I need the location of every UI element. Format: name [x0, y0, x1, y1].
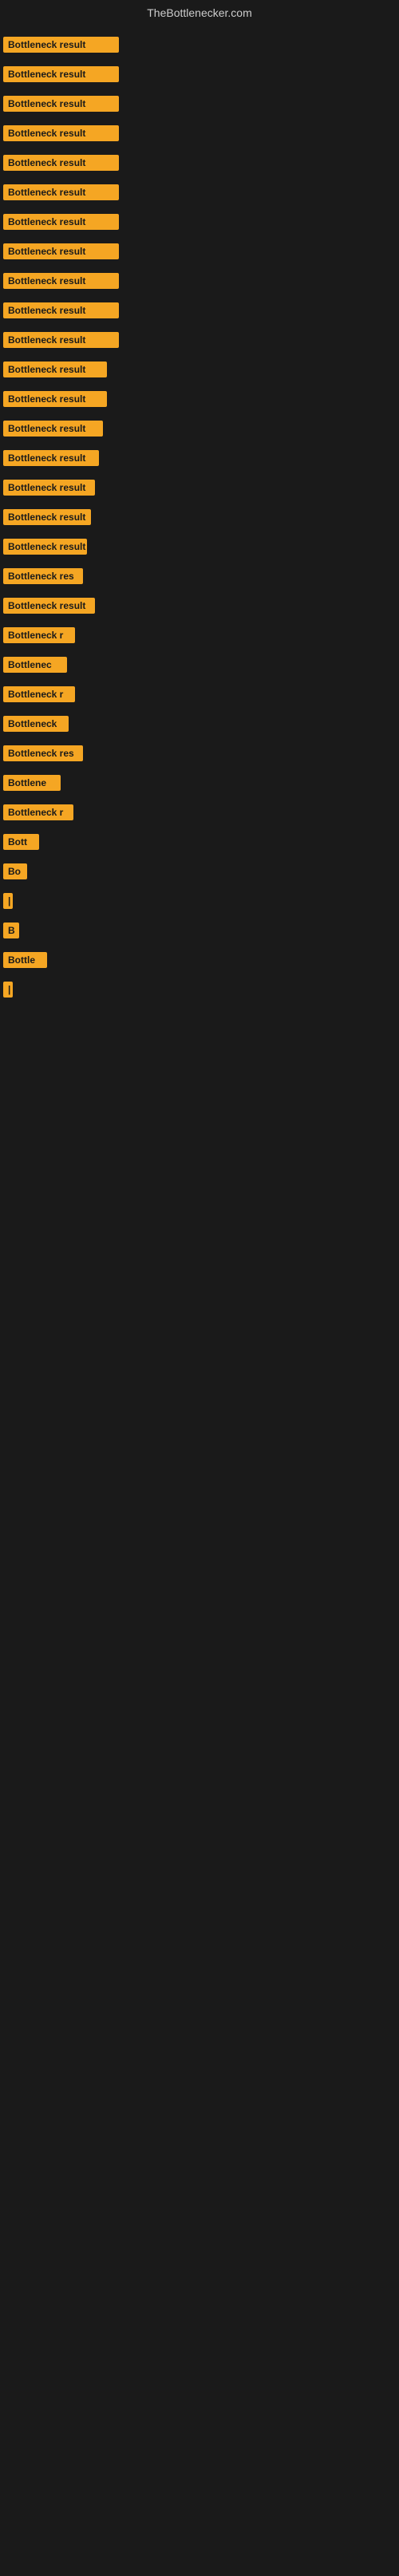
bottleneck-result-label: Bottleneck result: [3, 391, 107, 407]
site-title: TheBottlenecker.com: [0, 0, 399, 22]
bottleneck-result-label: Bott: [3, 834, 39, 850]
bottleneck-result-label: Bottleneck result: [3, 362, 107, 377]
bottleneck-result-label: Bottleneck: [3, 716, 69, 732]
bottleneck-result-label: Bottleneck res: [3, 568, 83, 584]
bottleneck-result-label: Bottleneck result: [3, 302, 119, 318]
bottleneck-result-label: Bottleneck result: [3, 96, 119, 112]
bottleneck-result-label: Bo: [3, 863, 27, 879]
bottleneck-result-label: Bottleneck result: [3, 598, 95, 614]
bottleneck-result-label: Bottlenec: [3, 657, 67, 673]
bottleneck-result-label: Bottleneck result: [3, 450, 99, 466]
bottleneck-result-label: |: [3, 982, 13, 998]
bottleneck-result-label: Bottleneck result: [3, 66, 119, 82]
bottleneck-result-label: Bottleneck res: [3, 745, 83, 761]
bottleneck-result-label: Bottleneck result: [3, 243, 119, 259]
bottleneck-result-label: Bottleneck r: [3, 686, 75, 702]
bottleneck-result-label: Bottleneck result: [3, 273, 119, 289]
bottleneck-result-label: Bottleneck result: [3, 155, 119, 171]
bottleneck-result-label: Bottleneck result: [3, 214, 119, 230]
bottleneck-result-label: Bottleneck result: [3, 184, 119, 200]
bottleneck-result-label: Bottle: [3, 952, 47, 968]
bottleneck-result-label: Bottleneck r: [3, 627, 75, 643]
bottleneck-result-label: Bottlene: [3, 775, 61, 791]
bottleneck-result-label: Bottleneck result: [3, 539, 87, 555]
bottleneck-result-label: Bottleneck result: [3, 332, 119, 348]
bottleneck-result-label: B: [3, 923, 19, 938]
bottleneck-result-label: Bottleneck result: [3, 125, 119, 141]
bottleneck-result-label: Bottleneck result: [3, 480, 95, 496]
bottleneck-result-label: Bottleneck result: [3, 509, 91, 525]
bottleneck-result-label: Bottleneck r: [3, 804, 73, 820]
bottleneck-result-label: Bottleneck result: [3, 421, 103, 437]
bottleneck-result-label: Bottleneck result: [3, 37, 119, 53]
bottleneck-result-label: |: [3, 893, 13, 909]
